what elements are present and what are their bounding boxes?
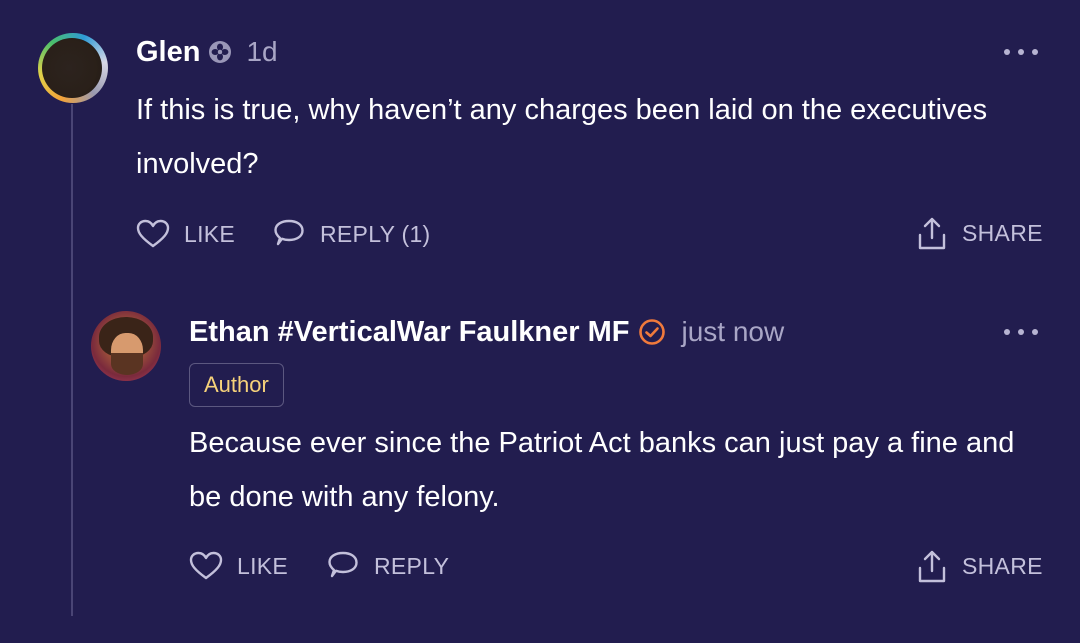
author-name[interactable]: Ethan #VerticalWar Faulkner MF bbox=[189, 316, 630, 349]
timestamp: 1d bbox=[246, 36, 278, 67]
like-label: LIKE bbox=[237, 552, 289, 579]
share-icon bbox=[918, 550, 946, 583]
author-name[interactable]: Glen bbox=[136, 36, 200, 69]
share-label: SHARE bbox=[962, 552, 1043, 579]
comment-header-glen: Glen 1d bbox=[136, 32, 278, 72]
heart-icon bbox=[136, 219, 170, 248]
thread-line[interactable] bbox=[71, 104, 73, 616]
more-options-icon[interactable] bbox=[1004, 326, 1038, 338]
share-button[interactable]: SHARE bbox=[916, 214, 1043, 252]
more-options-icon[interactable] bbox=[1004, 46, 1038, 58]
avatar-glen[interactable] bbox=[38, 33, 108, 103]
reply-button[interactable]: REPLY (1) bbox=[272, 216, 431, 252]
comment-body: Because ever since the Patriot Act banks… bbox=[189, 427, 1015, 513]
share-button[interactable]: SHARE bbox=[916, 547, 1043, 585]
verified-check-icon bbox=[638, 319, 665, 345]
share-icon bbox=[918, 217, 946, 250]
comment-thread: Glen 1d If this is true, why haven’t any… bbox=[0, 0, 1080, 643]
author-badge: Author bbox=[189, 363, 284, 407]
reply-label: REPLY (1) bbox=[320, 220, 431, 247]
speech-bubble-icon bbox=[328, 551, 358, 578]
timestamp: just now bbox=[681, 316, 785, 347]
reply-label: REPLY bbox=[374, 552, 450, 579]
comment-header-ethan: Ethan #VerticalWar Faulkner MF just now bbox=[189, 311, 784, 353]
comment-body: If this is true, why haven’t any charges… bbox=[136, 94, 988, 180]
like-button[interactable]: LIKE bbox=[136, 216, 235, 252]
reply-button[interactable]: REPLY bbox=[326, 548, 449, 584]
like-button[interactable]: LIKE bbox=[189, 548, 288, 584]
heart-icon bbox=[189, 551, 223, 580]
speech-bubble-icon bbox=[274, 219, 304, 246]
like-label: LIKE bbox=[184, 220, 236, 247]
avatar-ethan[interactable] bbox=[91, 311, 161, 381]
moderator-badge-icon bbox=[209, 41, 232, 63]
share-label: SHARE bbox=[962, 219, 1043, 246]
